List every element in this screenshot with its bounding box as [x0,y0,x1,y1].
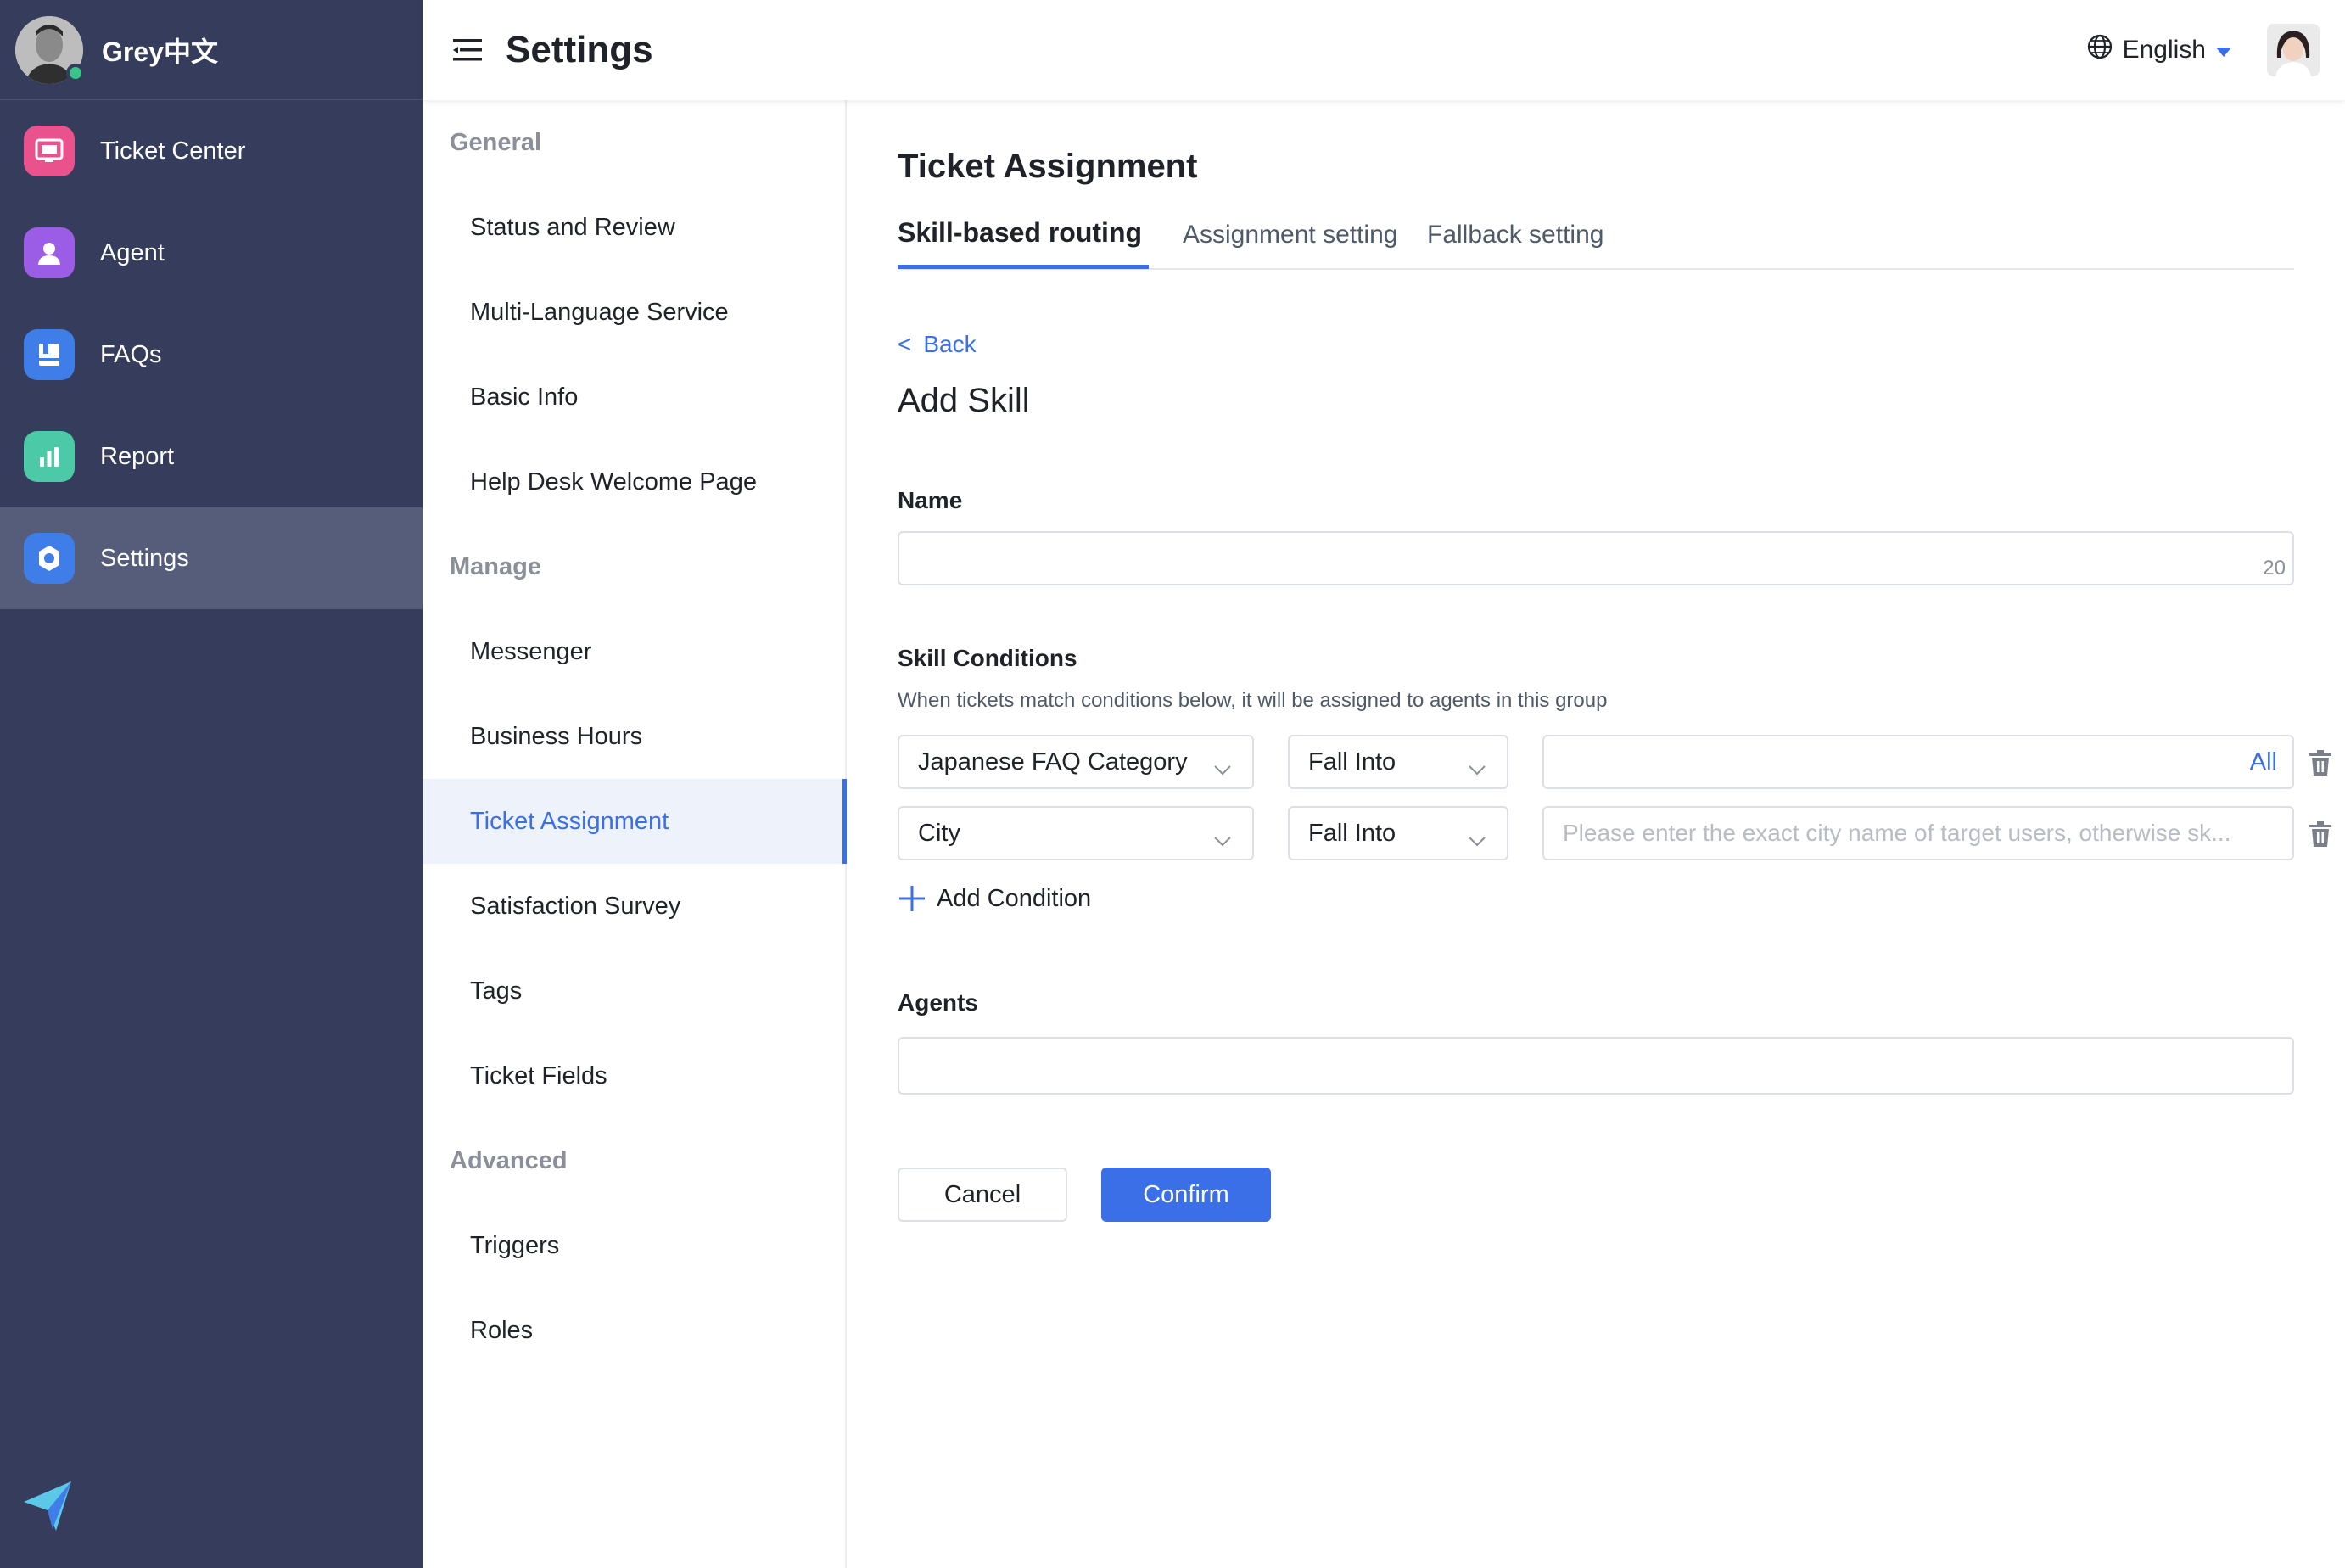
submenu-item-status-and-review[interactable]: Status and Review [423,185,845,270]
condition-field-select[interactable]: City [898,806,1254,860]
submenu-group-manage: Manage [450,552,541,580]
skill-conditions-label: Skill Conditions [898,645,1077,671]
ticket-center-icon [24,126,75,176]
agents-label: Agents [898,989,978,1016]
language-selector[interactable]: English [2087,34,2231,66]
cancel-button[interactable]: Cancel [898,1168,1067,1222]
submenu-item-triggers[interactable]: Triggers [423,1203,845,1288]
agent-icon [24,227,75,278]
nav-item-label: Agent [100,238,165,266]
submenu-item-business-hours[interactable]: Business Hours [423,694,845,779]
nav-item-label: FAQs [100,340,162,368]
submenu-item-roles[interactable]: Roles [423,1288,845,1373]
form-title: Add Skill [898,382,1030,419]
select-all-link[interactable]: All [2250,748,2277,776]
paper-plane-logo-icon [19,1476,78,1536]
agents-select[interactable] [898,1037,2294,1095]
condition-operator-select[interactable]: Fall Into [1288,735,1508,789]
left-nav: Grey中文 Ticket Center Agent FAQs Report S… [0,0,423,1568]
top-header: Settings English [423,0,2345,100]
condition-field-value: City [918,819,960,847]
confirm-button[interactable]: Confirm [1101,1168,1271,1222]
nav-item-report[interactable]: Report [0,406,423,507]
submenu-item-multi-language-service[interactable]: Multi-Language Service [423,270,845,355]
user-name: Grey中文 [102,36,218,67]
plus-icon [898,884,926,913]
condition-field-value: Japanese FAQ Category [918,748,1188,776]
faqs-icon [24,329,75,380]
submenu-item-ticket-assignment[interactable]: Ticket Assignment [423,779,847,864]
user-avatar[interactable] [15,15,85,84]
condition-field-select[interactable]: Japanese FAQ Category [898,735,1254,789]
submenu-item-basic-info[interactable]: Basic Info [423,355,845,440]
globe-icon [2087,34,2113,66]
trash-icon[interactable] [2309,750,2331,776]
language-label: English [2122,36,2206,64]
name-label: Name [898,487,963,513]
submenu-group-advanced: Advanced [450,1146,568,1174]
nav-item-agent[interactable]: Agent [0,202,423,304]
condition-operator-value: Fall Into [1308,819,1396,847]
active-tab-indicator [898,265,1149,269]
tab-bar: Skill-based routing Assignment setting F… [898,210,2294,270]
nav-item-label: Report [100,442,175,470]
settings-submenu: General Status and Review Multi-Language… [423,100,847,1568]
user-profile[interactable]: Grey中文 [0,0,423,100]
chevron-down-icon [1213,826,1232,854]
city-value-placeholder: Please enter the exact city name of targ… [1563,820,2231,846]
nav-item-settings[interactable]: Settings [0,507,423,609]
page-title: Settings [506,29,653,70]
header-avatar[interactable] [2267,24,2320,76]
tab-skill-based-routing[interactable]: Skill-based routing [898,217,1142,249]
chevron-left-icon: < [898,331,912,357]
chevron-down-icon [1468,755,1486,783]
condition-value-input[interactable]: All [1542,735,2294,789]
report-icon [24,431,75,482]
name-input[interactable]: 20 [898,531,2294,585]
chevron-down-icon [1468,826,1486,854]
skill-conditions-hint: When tickets match conditions below, it … [898,689,1608,712]
submenu-item-satisfaction-survey[interactable]: Satisfaction Survey [423,864,845,949]
submenu-item-messenger[interactable]: Messenger [423,609,845,694]
city-value-input[interactable]: Please enter the exact city name of targ… [1542,806,2294,860]
submenu-group-general: General [450,128,541,156]
trash-icon[interactable] [2309,821,2331,847]
add-condition-label: Add Condition [937,884,1092,912]
section-title: Ticket Assignment [898,148,1198,185]
chevron-down-icon [1213,755,1232,783]
submenu-item-tags[interactable]: Tags [423,949,845,1033]
condition-operator-value: Fall Into [1308,748,1396,776]
back-label: Back [923,331,977,357]
nav-item-ticket-center[interactable]: Ticket Center [0,100,423,202]
add-condition-button[interactable]: Add Condition [898,884,1091,913]
gear-icon [24,533,75,584]
name-char-counter: 20 [2263,557,2286,580]
menu-toggle-icon[interactable] [453,37,482,63]
submenu-item-ticket-fields[interactable]: Ticket Fields [423,1033,845,1118]
back-link[interactable]: < Back [898,331,977,358]
nav-item-label: Ticket Center [100,137,246,165]
tab-assignment-setting[interactable]: Assignment setting [1183,221,1397,249]
condition-operator-select[interactable]: Fall Into [1288,806,1508,860]
caret-down-icon [2216,36,2231,64]
nav-item-faqs[interactable]: FAQs [0,304,423,406]
tab-fallback-setting[interactable]: Fallback setting [1427,221,1603,249]
submenu-item-help-desk-welcome-page[interactable]: Help Desk Welcome Page [423,440,845,524]
online-status-dot [66,63,85,82]
nav-item-label: Settings [100,544,189,572]
